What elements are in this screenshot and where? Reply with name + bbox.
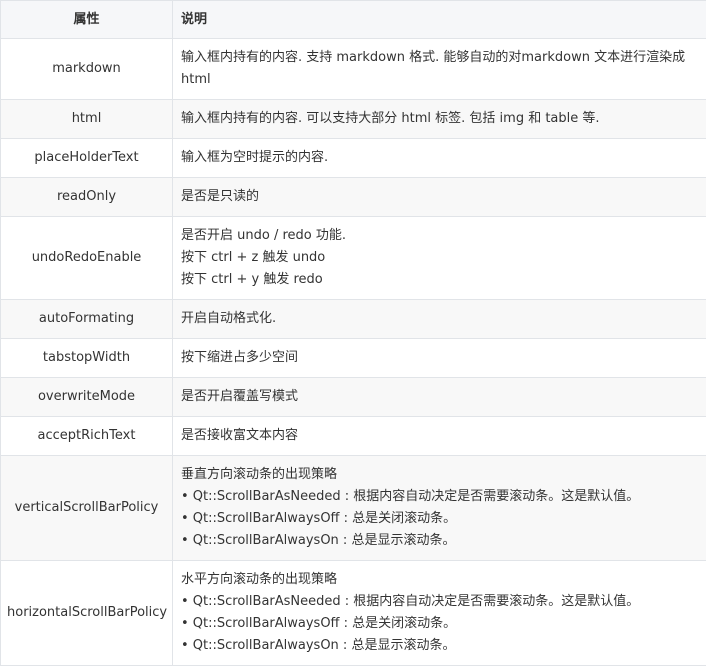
description-line: 是否是只读的 (181, 186, 698, 208)
table-header-row: 属性 说明 (1, 1, 706, 39)
property-description: 按下缩进占多少空间 (173, 339, 706, 378)
table-row: tabstopWidth 按下缩进占多少空间 (1, 339, 706, 378)
description-line: • Qt::ScrollBarAlwaysOn : 总是显示滚动条。 (181, 530, 698, 552)
description-line: • Qt::ScrollBarAlwaysOff : 总是关闭滚动条。 (181, 508, 698, 530)
table-row: acceptRichText 是否接收富文本内容 (1, 417, 706, 456)
property-description: 是否接收富文本内容 (173, 417, 706, 456)
description-line: 按下缩进占多少空间 (181, 347, 698, 369)
description-line: 输入框为空时提示的内容. (181, 147, 698, 169)
description-line: html (181, 69, 698, 91)
property-name: acceptRichText (1, 417, 173, 456)
property-name: html (1, 100, 173, 139)
property-name: readOnly (1, 178, 173, 217)
description-line: 按下 ctrl + z 触发 undo (181, 247, 698, 269)
property-name: autoFormating (1, 300, 173, 339)
property-name: tabstopWidth (1, 339, 173, 378)
property-description: 水平方向滚动条的出现策略• Qt::ScrollBarAsNeeded : 根据… (173, 561, 706, 666)
description-line: • Qt::ScrollBarAsNeeded : 根据内容自动决定是否需要滚动… (181, 486, 698, 508)
property-name: horizontalScrollBarPolicy (1, 561, 173, 666)
table-row: markdown 输入框内持有的内容. 支持 markdown 格式. 能够自动的… (1, 39, 706, 100)
property-name: undoRedoEnable (1, 217, 173, 300)
property-name: verticalScrollBarPolicy (1, 456, 173, 561)
table-row: overwriteMode 是否开启覆盖写模式 (1, 378, 706, 417)
table-row: autoFormating 开启自动格式化. (1, 300, 706, 339)
description-line: 是否开启覆盖写模式 (181, 386, 698, 408)
table-body: markdown 输入框内持有的内容. 支持 markdown 格式. 能够自动的… (1, 39, 706, 666)
description-line: 输入框内持有的内容. 可以支持大部分 html 标签. 包括 img 和 tab… (181, 108, 698, 130)
description-line: 是否开启 undo / redo 功能. (181, 225, 698, 247)
property-description: 开启自动格式化. (173, 300, 706, 339)
description-line: 垂直方向滚动条的出现策略 (181, 464, 698, 486)
properties-table: 属性 说明 markdown 输入框内持有的内容. 支持 markdown 格式.… (0, 0, 706, 666)
property-description: 是否开启覆盖写模式 (173, 378, 706, 417)
description-line: 开启自动格式化. (181, 308, 698, 330)
property-name: placeHolderText (1, 139, 173, 178)
property-description: 是否是只读的 (173, 178, 706, 217)
property-description: 是否开启 undo / redo 功能.按下 ctrl + z 触发 undo按… (173, 217, 706, 300)
property-name: markdown (1, 39, 173, 100)
header-description: 说明 (173, 1, 706, 39)
description-line: 输入框内持有的内容. 支持 markdown 格式. 能够自动的对markdow… (181, 47, 698, 69)
description-line: 是否接收富文本内容 (181, 425, 698, 447)
table-row: placeHolderText 输入框为空时提示的内容. (1, 139, 706, 178)
table-row: html 输入框内持有的内容. 可以支持大部分 html 标签. 包括 img 和… (1, 100, 706, 139)
property-name: overwriteMode (1, 378, 173, 417)
table-row: readOnly 是否是只读的 (1, 178, 706, 217)
header-property: 属性 (1, 1, 173, 39)
property-description: 垂直方向滚动条的出现策略• Qt::ScrollBarAsNeeded : 根据… (173, 456, 706, 561)
description-line: • Qt::ScrollBarAlwaysOff : 总是关闭滚动条。 (181, 613, 698, 635)
description-line: • Qt::ScrollBarAsNeeded : 根据内容自动决定是否需要滚动… (181, 591, 698, 613)
description-line: 按下 ctrl + y 触发 redo (181, 269, 698, 291)
property-description: 输入框内持有的内容. 可以支持大部分 html 标签. 包括 img 和 tab… (173, 100, 706, 139)
description-line: • Qt::ScrollBarAlwaysOn : 总是显示滚动条。 (181, 635, 698, 657)
property-description: 输入框为空时提示的内容. (173, 139, 706, 178)
property-description: 输入框内持有的内容. 支持 markdown 格式. 能够自动的对markdow… (173, 39, 706, 100)
table-row: verticalScrollBarPolicy垂直方向滚动条的出现策略• Qt:… (1, 456, 706, 561)
table-row: undoRedoEnable是否开启 undo / redo 功能.按下 ctr… (1, 217, 706, 300)
description-line: 水平方向滚动条的出现策略 (181, 569, 698, 591)
table-row: horizontalScrollBarPolicy水平方向滚动条的出现策略• Q… (1, 561, 706, 666)
